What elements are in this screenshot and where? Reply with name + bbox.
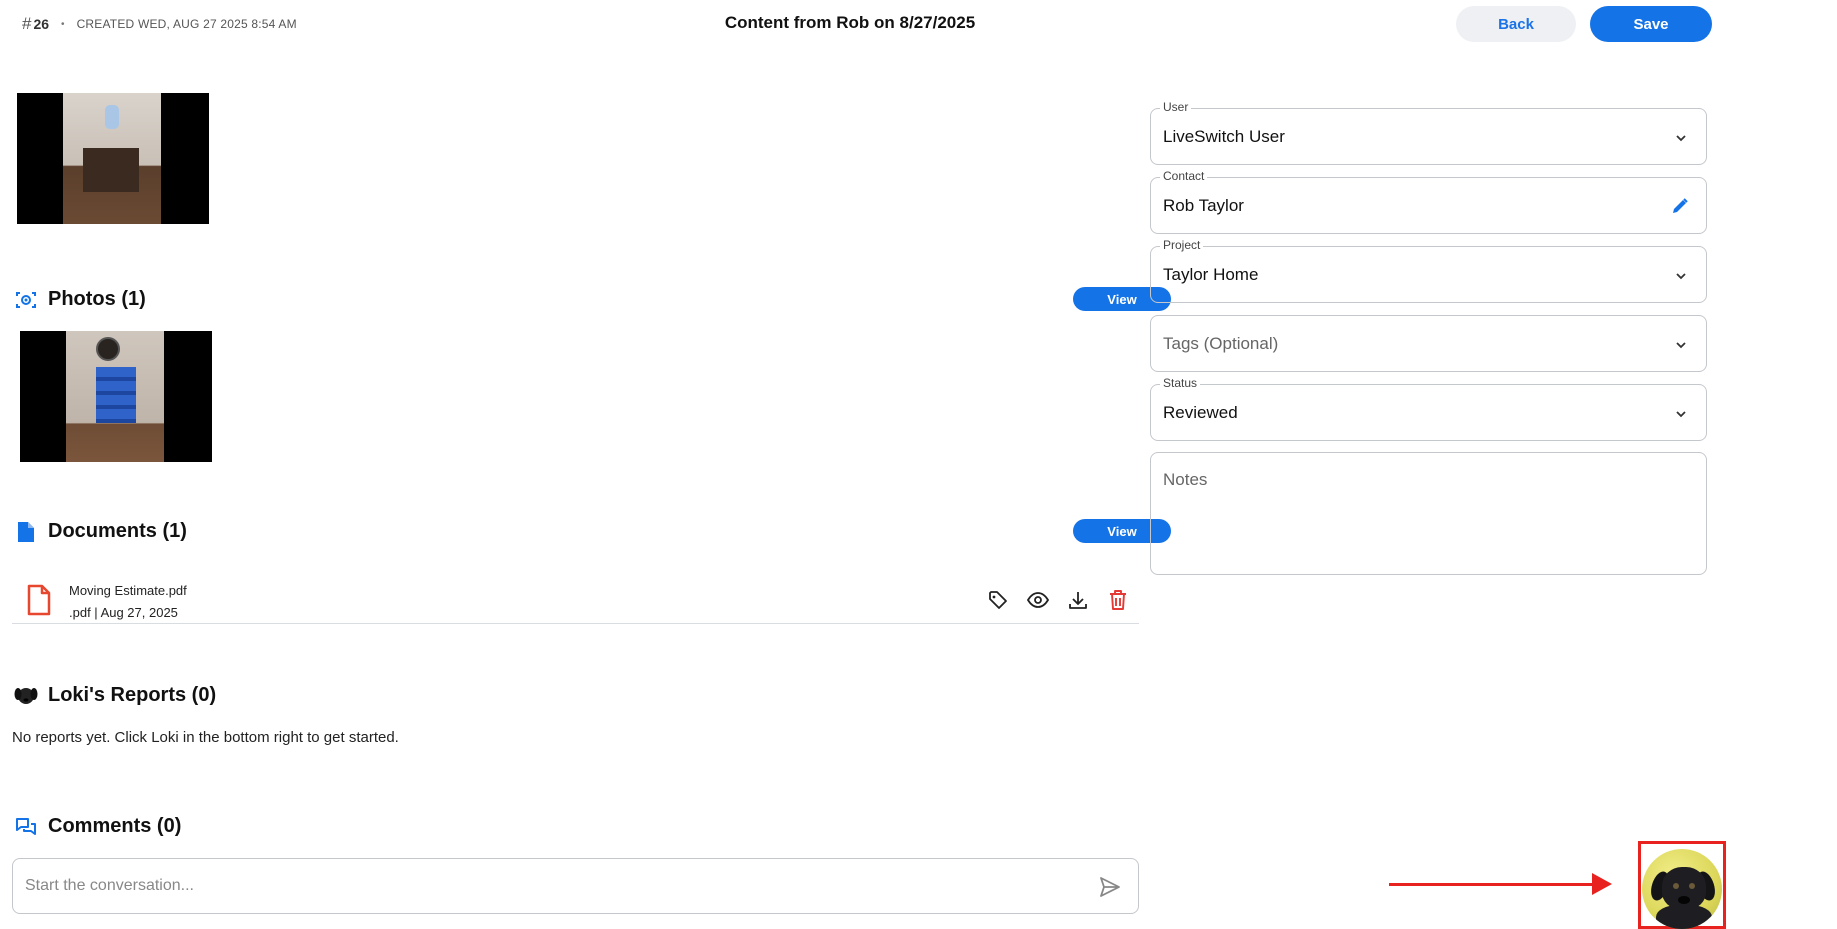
document-meta: .pdf | Aug 27, 2025	[69, 605, 178, 620]
status-select[interactable]: Status Reviewed	[1150, 376, 1707, 441]
video-frame-image	[63, 93, 161, 224]
record-number: 26	[33, 16, 50, 32]
project-select[interactable]: Project Taylor Home	[1150, 238, 1707, 303]
record-meta: # 26 • CREATED WED, AUG 27 2025 8:54 AM	[22, 14, 297, 34]
dog-icon	[14, 684, 38, 708]
camera-icon	[14, 288, 38, 312]
chevron-down-icon	[1674, 269, 1688, 283]
document-name[interactable]: Moving Estimate.pdf	[69, 583, 187, 598]
eye-icon[interactable]	[1025, 587, 1051, 613]
tag-icon[interactable]	[985, 587, 1011, 613]
created-timestamp: CREATED WED, AUG 27 2025 8:54 AM	[76, 17, 297, 31]
loki-reports-heading: Loki's Reports (0)	[48, 684, 217, 706]
chevron-down-icon	[1674, 407, 1688, 421]
comments-heading: Comments (0)	[48, 815, 182, 837]
notes-textarea[interactable]	[1151, 453, 1706, 574]
loki-empty-message: No reports yet. Click Loki in the bottom…	[12, 729, 399, 746]
tags-placeholder: Tags (Optional)	[1163, 334, 1279, 353]
chevron-down-icon	[1674, 338, 1688, 352]
annotation-arrow-line	[1389, 883, 1597, 886]
contact-value: Rob Taylor	[1163, 196, 1244, 215]
user-select[interactable]: User LiveSwitch User	[1150, 100, 1707, 165]
tags-select[interactable]: Tags (Optional)	[1150, 315, 1707, 372]
send-icon[interactable]	[1098, 875, 1122, 899]
document-icon	[14, 520, 38, 544]
save-button[interactable]: Save	[1590, 6, 1712, 42]
annotation-arrow-head	[1592, 873, 1612, 895]
comment-input[interactable]	[25, 859, 1065, 913]
documents-heading: Documents (1)	[48, 520, 187, 542]
document-row[interactable]: Moving Estimate.pdf .pdf | Aug 27, 2025	[12, 574, 1139, 624]
user-value: LiveSwitch User	[1163, 127, 1285, 146]
contact-label: Contact	[1160, 169, 1208, 183]
photos-heading: Photos (1)	[48, 288, 146, 310]
pencil-icon[interactable]	[1670, 196, 1690, 216]
photo-image	[66, 331, 164, 462]
notes-field	[1150, 452, 1707, 575]
page-title: Content from Rob on 8/27/2025	[724, 13, 976, 32]
project-label: Project	[1160, 238, 1204, 252]
trash-icon[interactable]	[1105, 587, 1131, 613]
video-thumbnail[interactable]	[17, 93, 209, 224]
back-button[interactable]: Back	[1456, 6, 1576, 42]
pdf-file-icon	[26, 584, 52, 621]
meta-separator: •	[61, 18, 65, 30]
comment-composer	[12, 858, 1139, 914]
project-value: Taylor Home	[1163, 265, 1259, 284]
chat-bubbles-icon	[14, 815, 38, 839]
contact-field[interactable]: Contact Rob Taylor	[1150, 169, 1707, 234]
user-label: User	[1160, 100, 1192, 114]
download-icon[interactable]	[1065, 587, 1091, 613]
status-label: Status	[1160, 376, 1201, 390]
chevron-down-icon	[1674, 131, 1688, 145]
photo-thumbnail[interactable]	[20, 331, 212, 462]
status-value: Reviewed	[1163, 403, 1238, 422]
loki-assistant-button[interactable]	[1642, 849, 1722, 929]
hash-icon: #	[22, 14, 32, 33]
